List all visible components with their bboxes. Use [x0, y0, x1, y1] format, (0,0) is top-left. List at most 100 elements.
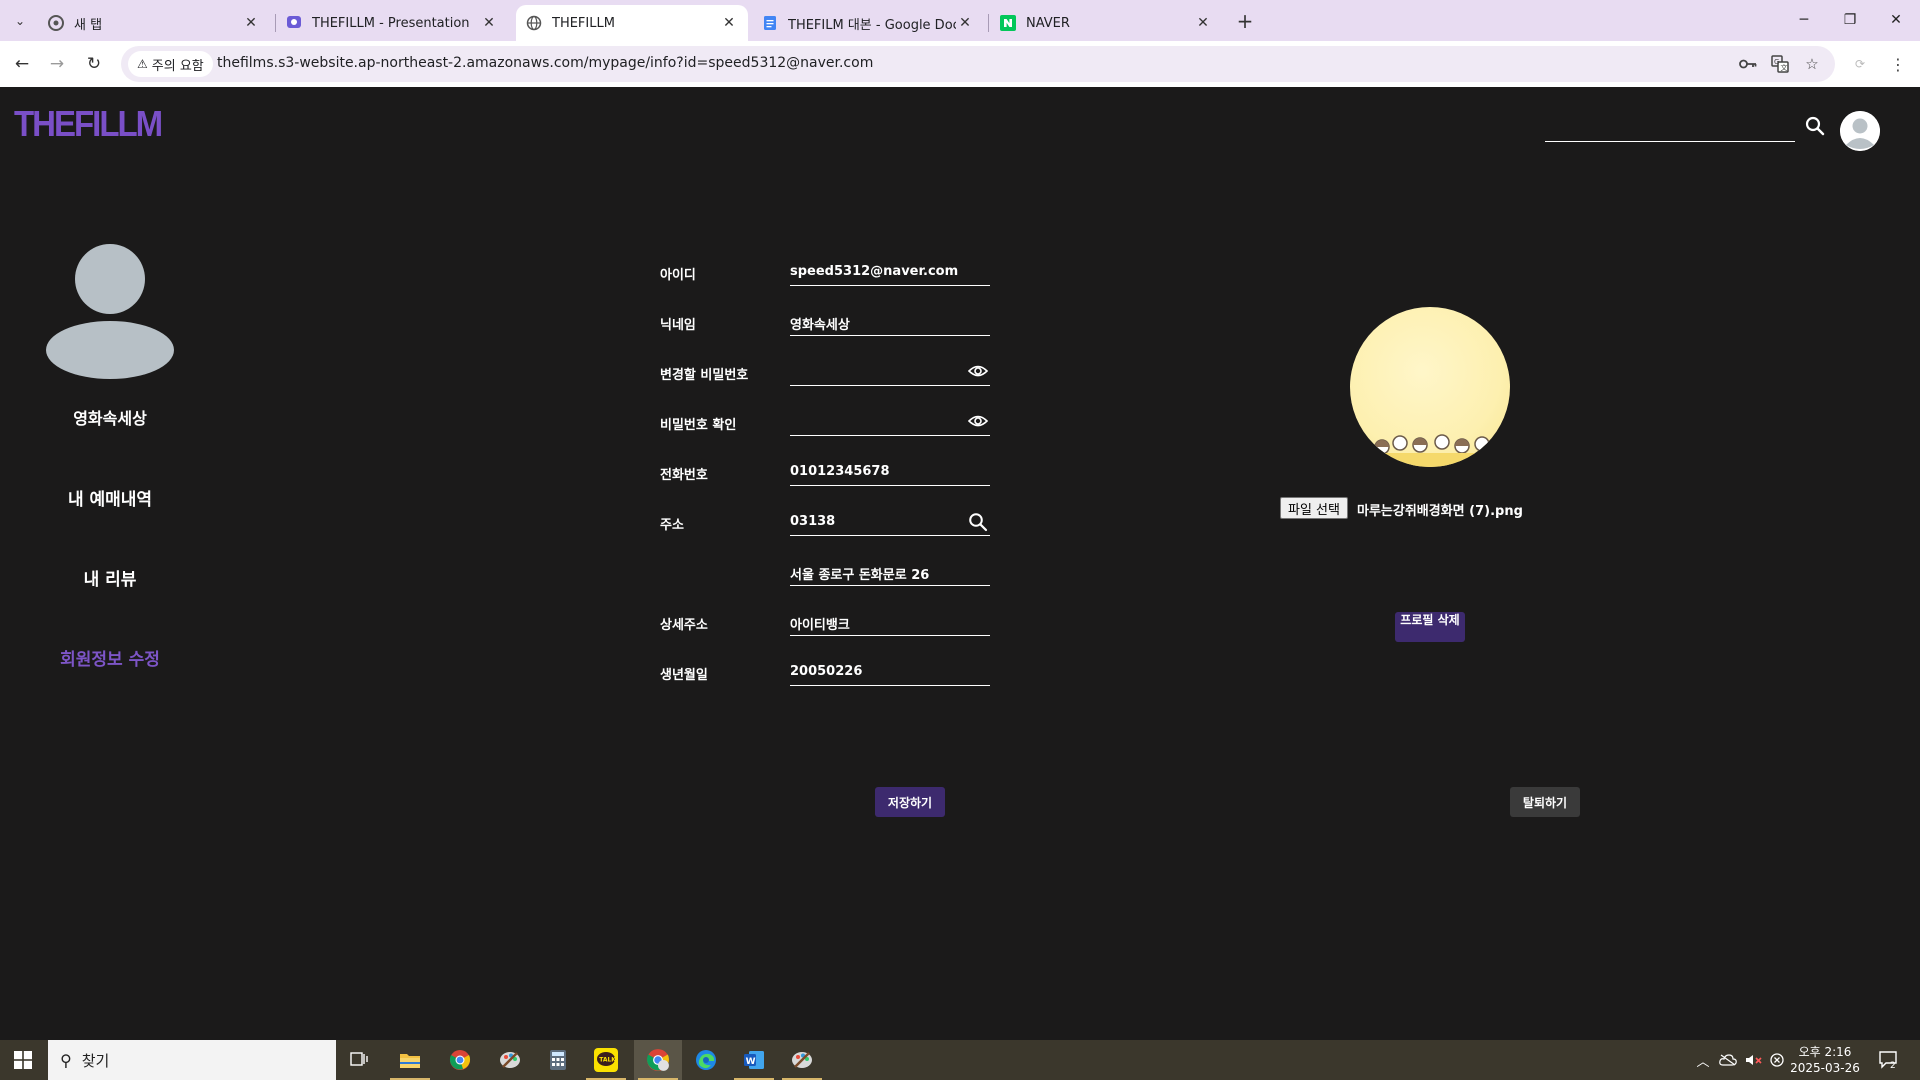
onedrive-offline-icon[interactable] [1716, 1040, 1740, 1080]
nickname-field[interactable]: 영화속세상 [790, 306, 990, 336]
sidebar-avatar [45, 244, 175, 379]
tab-title: NAVER [1026, 15, 1070, 31]
close-tab-icon[interactable]: ✕ [480, 14, 498, 32]
calculator-icon[interactable] [534, 1040, 582, 1080]
nickname-value: 영화속세상 [790, 318, 850, 333]
tab-title: THEFILLM - Presentation [312, 15, 470, 31]
detail-address-value: 아이티뱅크 [790, 618, 850, 633]
delete-profile-button[interactable]: 프로필 삭제 [1395, 612, 1465, 642]
new-password-field[interactable] [790, 356, 990, 386]
edge-icon[interactable] [682, 1040, 730, 1080]
translate-icon[interactable]: G文 [1769, 53, 1791, 75]
extension-icon[interactable]: ⟳ [1846, 50, 1874, 78]
label-phone: 전화번호 [660, 468, 708, 483]
tab-search-chevron-icon[interactable]: ⌄ [8, 9, 32, 33]
postcode-field[interactable]: 03138 [790, 506, 990, 536]
road-address-value: 서울 종로구 돈화문로 26 [790, 568, 930, 583]
header-avatar[interactable] [1840, 111, 1880, 151]
clock-date: 2025-03-26 [1790, 1061, 1860, 1075]
birthdate-value: 20050226 [790, 664, 863, 679]
presentation-app-icon [286, 15, 302, 31]
close-tab-icon[interactable]: ✕ [242, 14, 260, 32]
close-tab-icon[interactable]: ✕ [720, 14, 738, 32]
eye-icon[interactable] [967, 362, 989, 380]
detail-address-field[interactable]: 아이티뱅크 [790, 606, 990, 636]
id-value: speed5312@naver.com [790, 264, 959, 279]
security-warning-label: 주의 요함 [151, 58, 204, 74]
id-field[interactable]: speed5312@naver.com [790, 256, 990, 286]
chrome-icon[interactable] [436, 1040, 484, 1080]
eye-icon[interactable] [967, 412, 989, 430]
label-confirm-password: 비밀번호 확인 [660, 418, 737, 433]
tab-google-docs[interactable]: THEFILM 대본 - Google Docs ✕ [752, 5, 984, 41]
profile-image [1350, 307, 1510, 467]
bookmark-star-icon[interactable]: ☆ [1801, 53, 1823, 75]
withdraw-button[interactable]: 탈퇴하기 [1510, 787, 1580, 817]
notification-count: 2 [1890, 1061, 1896, 1070]
header-search-input[interactable] [1545, 141, 1795, 142]
tab-title: THEFILLM [552, 15, 615, 31]
network-error-icon[interactable] [1766, 1040, 1788, 1080]
address-search-icon[interactable] [968, 512, 988, 532]
phone-field[interactable]: 01012345678 [790, 456, 990, 486]
sidebar-item-reservations[interactable]: 내 예매내역 [0, 485, 220, 510]
taskbar-search-box[interactable]: ⚲ 찾기 [48, 1040, 336, 1080]
close-tab-icon[interactable]: ✕ [956, 14, 974, 32]
naver-icon [1000, 15, 1016, 31]
chrome-active-icon[interactable] [634, 1040, 682, 1080]
file-select-button[interactable]: 파일 선택 [1280, 497, 1348, 519]
search-icon[interactable] [1804, 115, 1828, 139]
task-view-icon[interactable] [335, 1040, 383, 1080]
forward-arrow-icon[interactable]: → [43, 50, 71, 78]
security-warning-chip[interactable]: ⚠ 주의 요함 [128, 51, 213, 77]
warning-triangle-icon: ⚠ [137, 57, 148, 71]
label-birthdate: 생년월일 [660, 668, 708, 683]
browser-toolbar: ← → ↻ ⚠ 주의 요함 thefilms.s3-website.ap-nor… [0, 41, 1920, 87]
tab-new-tab[interactable]: 새 탭 ✕ [38, 5, 270, 41]
file-explorer-icon[interactable] [386, 1040, 434, 1080]
selected-file-name: 마루는강쥐배경화면 (7).png [1357, 504, 1523, 519]
new-tab-plus-icon[interactable]: + [1232, 8, 1258, 34]
minimize-icon[interactable]: ─ [1781, 6, 1827, 34]
tab-divider [988, 14, 989, 32]
close-tab-icon[interactable]: ✕ [1194, 14, 1212, 32]
save-button[interactable]: 저장하기 [875, 787, 945, 817]
birthdate-field[interactable]: 20050226 [790, 656, 990, 686]
password-key-icon[interactable] [1737, 53, 1759, 75]
sidebar-item-reviews[interactable]: 내 리뷰 [0, 565, 220, 590]
back-arrow-icon[interactable]: ← [8, 50, 36, 78]
browser-tab-strip: ⌄ 새 탭 ✕ THEFILLM - Presentation ✕ THEFIL… [0, 0, 1920, 41]
label-detail-address: 상세주소 [660, 618, 708, 633]
tab-presentation[interactable]: THEFILLM - Presentation ✕ [276, 5, 508, 41]
google-docs-icon [762, 15, 778, 31]
svg-text:文: 文 [1781, 63, 1788, 72]
chrome-icon [48, 15, 64, 31]
url-text[interactable]: thefilms.s3-website.ap-northeast-2.amazo… [217, 55, 873, 71]
tray-chevron-up-icon[interactable]: ︿ [1692, 1040, 1714, 1080]
volume-muted-icon[interactable] [1742, 1040, 1766, 1080]
road-address-field[interactable]: 서울 종로구 돈화문로 26 [790, 556, 990, 586]
word-icon[interactable]: W [730, 1040, 778, 1080]
tab-thefillm[interactable]: THEFILLM ✕ [516, 5, 748, 41]
confirm-password-field[interactable] [790, 406, 990, 436]
tab-naver[interactable]: NAVER ✕ [990, 5, 1222, 41]
sidebar-item-edit-profile[interactable]: 회원정보 수정 [0, 645, 220, 670]
reload-icon[interactable]: ↻ [80, 50, 108, 78]
restore-window-icon[interactable]: ❐ [1827, 6, 1873, 34]
paint-app-icon[interactable] [486, 1040, 534, 1080]
windows-start-icon[interactable] [0, 1040, 46, 1080]
svg-text:W: W [746, 1057, 756, 1067]
close-window-icon[interactable]: ✕ [1873, 6, 1919, 34]
more-menu-icon[interactable]: ⋮ [1884, 50, 1912, 78]
tab-title: 새 탭 [74, 17, 103, 33]
taskbar-clock[interactable]: 오후 2:16 2025-03-26 [1790, 1044, 1860, 1076]
windows-taskbar: ⚲ 찾기 TALK W ︿ 오후 2:16 2025-03-26 2 [0, 1040, 1920, 1080]
page-content: THEFILLM 영화속세상 내 예매내역 내 리뷰 회원정보 수정 아이디 s… [0, 87, 1920, 1040]
phone-value: 01012345678 [790, 464, 890, 479]
notification-center-icon[interactable]: 2 [1874, 1040, 1904, 1080]
address-bar[interactable]: ⚠ 주의 요함 thefilms.s3-website.ap-northeast… [121, 46, 1835, 82]
site-logo[interactable]: THEFILLM [14, 103, 163, 145]
kakaotalk-icon[interactable]: TALK [582, 1040, 630, 1080]
paint-running-icon[interactable] [778, 1040, 826, 1080]
postcode-value: 03138 [790, 514, 836, 529]
